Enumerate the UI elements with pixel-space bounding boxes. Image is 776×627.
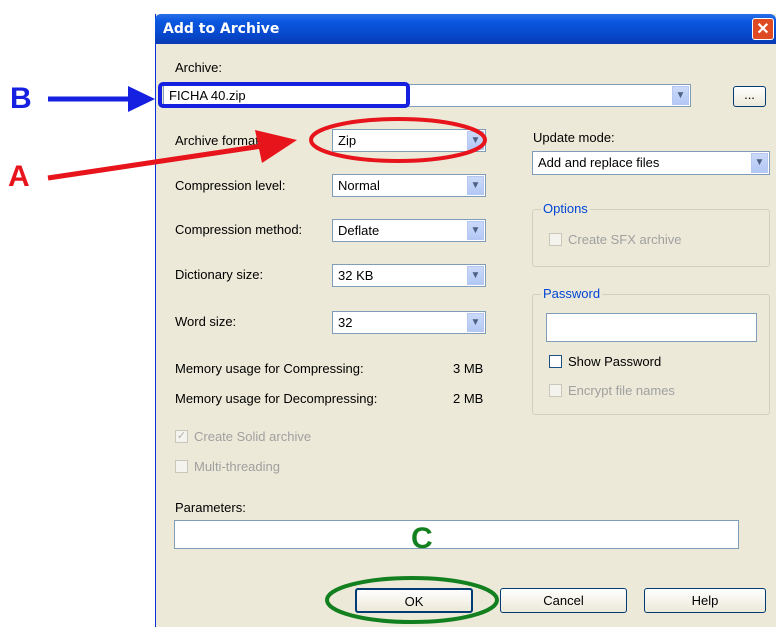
highlight-ellipse-a (309, 117, 487, 163)
annotation-letter-b: B (10, 82, 32, 115)
annotation-letter-a: A (8, 160, 30, 193)
arrow-b-icon (48, 86, 155, 112)
annotation-overlay (47, 82, 499, 624)
arrow-a-icon (47, 130, 297, 181)
highlight-ellipse-c (325, 576, 499, 624)
annotation-letter-c: C (411, 522, 433, 555)
highlight-box-b (158, 82, 410, 108)
